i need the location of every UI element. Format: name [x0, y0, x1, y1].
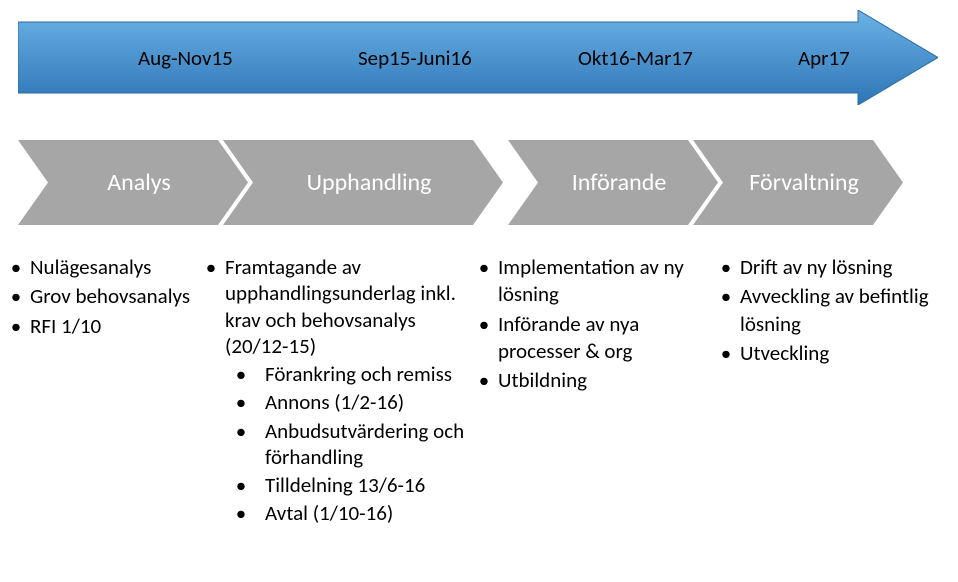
list-item: •Införande av nya processer & org: [470, 311, 700, 366]
list-item: •Annons (1/2-16): [197, 389, 467, 415]
detail-col-upphandling: •Framtagande av upphandlingsunderlag ink…: [197, 254, 467, 529]
list-item: •Nulägesanalys: [2, 254, 212, 281]
chevron-shape: [18, 140, 248, 225]
chevron-shape: [693, 140, 903, 225]
chevron-shape: [508, 140, 718, 225]
phase-chevron-forvaltning: Förvaltning: [693, 140, 903, 225]
timeline-label-3: Apr17: [798, 45, 850, 71]
bullet-list: •Nulägesanalys •Grov behovsanalys •RFI 1…: [2, 254, 212, 340]
list-item: •Utbildning: [470, 367, 700, 394]
list-item: •Framtagande av upphandlingsunderlag ink…: [197, 254, 467, 359]
list-item: •Avtal (1/10-16): [197, 500, 467, 526]
list-item: •Tilldelning 13/6-16: [197, 472, 467, 498]
list-item: •Grov behovsanalys: [2, 283, 212, 310]
list-item: •Förankring och remiss: [197, 361, 467, 387]
phase-chevrons: Analys Upphandling Införande Förvaltning: [18, 140, 938, 225]
phase-chevron-analys: Analys: [18, 140, 248, 225]
timeline-label-2: Okt16-Mar17: [578, 45, 693, 71]
phase-chevron-upphandling: Upphandling: [223, 140, 503, 225]
list-item: •Implementation av ny lösning: [470, 254, 700, 309]
bullet-list: •Implementation av ny lösning •Införande…: [470, 254, 700, 394]
detail-col-forvaltning: •Drift av ny lösning •Avveckling av befi…: [712, 254, 948, 369]
timeline-label-1: Sep15-Juni16: [358, 45, 472, 71]
list-item: •Drift av ny lösning: [712, 254, 948, 281]
chevron-shape: [223, 140, 503, 225]
timeline-labels: Aug-Nov15 Sep15-Juni16 Okt16-Mar17 Apr17: [18, 10, 938, 105]
bullet-list: •Drift av ny lösning •Avveckling av befi…: [712, 254, 948, 367]
phase-chevron-inforande: Införande: [508, 140, 718, 225]
list-item: •Avveckling av befintlig lösning: [712, 283, 948, 338]
detail-col-analys: •Nulägesanalys •Grov behovsanalys •RFI 1…: [2, 254, 212, 342]
timeline-label-0: Aug-Nov15: [138, 45, 233, 71]
list-item: •Anbudsutvärdering och förhandling: [197, 418, 467, 471]
list-item: •Utveckling: [712, 340, 948, 367]
list-item: •RFI 1/10: [2, 313, 212, 340]
timeline-arrow: Aug-Nov15 Sep15-Juni16 Okt16-Mar17 Apr17: [18, 10, 938, 105]
bullet-list: •Framtagande av upphandlingsunderlag ink…: [197, 254, 467, 527]
detail-col-inforande: •Implementation av ny lösning •Införande…: [470, 254, 700, 396]
